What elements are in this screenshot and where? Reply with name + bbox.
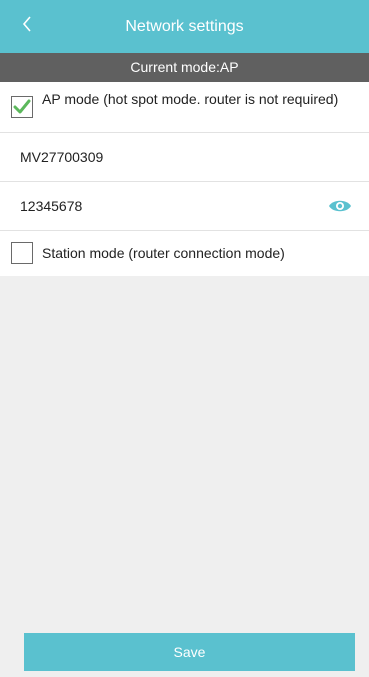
ap-mode-checkbox[interactable] (11, 96, 33, 118)
station-mode-option[interactable]: Station mode (router connection mode) (0, 231, 369, 276)
eye-icon[interactable] (328, 198, 352, 214)
ap-mode-option[interactable]: AP mode (hot spot mode. router is not re… (0, 82, 369, 133)
header-bar: Network settings (0, 0, 369, 53)
ssid-field[interactable]: MV27700309 (0, 133, 369, 182)
password-value[interactable]: 12345678 (20, 182, 82, 231)
station-mode-checkbox[interactable] (11, 242, 33, 264)
password-field[interactable]: 12345678 (0, 182, 369, 231)
page-title: Network settings (125, 18, 244, 35)
current-mode-banner: Current mode:AP (0, 53, 369, 82)
station-mode-label: Station mode (router connection mode) (42, 245, 285, 261)
ap-mode-label: AP mode (hot spot mode. router is not re… (42, 91, 339, 107)
ssid-value[interactable]: MV27700309 (20, 133, 103, 182)
save-button[interactable]: Save (24, 633, 355, 671)
